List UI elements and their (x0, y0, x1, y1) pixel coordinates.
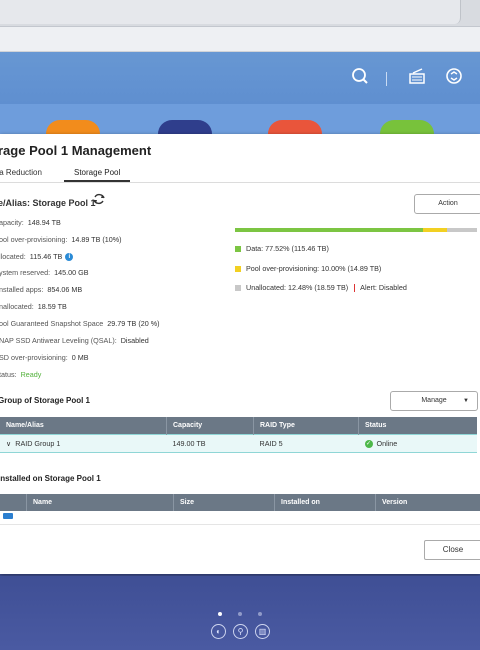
usage-bar (235, 228, 477, 232)
legend-overprovisioning: Pool over-provisioning: 10.00% (14.89 TB… (235, 264, 381, 273)
browser-tab[interactable] (0, 0, 461, 24)
alert-marker (354, 284, 356, 293)
col-status[interactable]: Status (358, 417, 477, 435)
apps-table: Name Size Installed on Version (0, 494, 480, 511)
info-icon[interactable]: i (65, 253, 74, 262)
prop-overprovisioning: ool over-provisioning: 14.89 TB (10%) (0, 235, 122, 244)
raid-name-cell: ∨ RAID Group 1 (0, 434, 167, 453)
usage-segment-unallocated (447, 228, 477, 232)
legend-swatch-data (235, 246, 241, 253)
prop-unallocated: nallocated: 18.59 TB (0, 302, 67, 311)
col-name-alias[interactable]: Name/Alias (0, 417, 167, 435)
raid-section-title: Group of Storage Pool 1 (0, 396, 91, 405)
apps-section-title: installed on Storage Pool 1 (0, 474, 101, 483)
legend-data: Data: 77.52% (115.46 TB) (235, 244, 329, 253)
col-app-name[interactable]: Name (26, 494, 174, 511)
storage-pool-management-window: rage Pool 1 Management ta Reduction Stor… (0, 134, 480, 574)
check-icon: ✓ (364, 440, 373, 449)
notes-app-icon[interactable]: ▥ (255, 624, 270, 639)
close-button[interactable]: Close (424, 540, 480, 560)
manage-button[interactable]: Manage ▼ (390, 391, 478, 411)
tab-storage-pool[interactable]: Storage Pool (64, 168, 131, 182)
prop-capacity: apacity: 148.94 TB (0, 218, 61, 227)
browser-tab-strip (0, 0, 480, 27)
prop-ssd-overprovisioning: SD over-provisioning: 0 MB (0, 353, 89, 362)
prop-installed-apps: nstalled apps: 854.06 MB (0, 285, 83, 294)
footer-divider (0, 524, 480, 525)
col-installed-on[interactable]: Installed on (274, 494, 376, 511)
search-app-icon[interactable]: ⚲ (233, 624, 248, 639)
table-header-row: Name Size Installed on Version (0, 494, 480, 511)
legend-swatch-unallocated (235, 285, 241, 292)
usage-segment-overprovisioning (423, 228, 447, 232)
raid-type-cell: RAID 5 (253, 434, 359, 453)
table-row[interactable]: ∨ RAID Group 1 149.00 TB RAID 5 ✓ Online (0, 434, 477, 453)
notes-icon[interactable] (407, 66, 427, 86)
prop-snapshot-space: ool Guaranteed Snapshot Space 29.79 TB (2… (0, 319, 160, 328)
refresh-icon[interactable] (92, 192, 106, 209)
caret-down-icon: ▼ (463, 398, 469, 404)
browser-address-bar[interactable] (0, 27, 480, 52)
col-select[interactable] (0, 494, 27, 511)
col-size[interactable]: Size (173, 494, 275, 511)
prop-system-reserved: ystem reserved: 145.00 GB (0, 268, 89, 277)
header-separator (386, 72, 387, 86)
col-raid-type[interactable]: RAID Type (253, 417, 359, 435)
page-dot-1[interactable] (218, 612, 222, 616)
app-row-icon (3, 513, 13, 519)
col-version[interactable]: Version (375, 494, 480, 511)
col-capacity[interactable]: Capacity (166, 417, 254, 435)
action-button[interactable]: Action (414, 194, 480, 214)
tab-bar: ta Reduction Storage Pool (0, 164, 480, 183)
prop-status: tatus: Ready (0, 370, 42, 379)
legend-unallocated: Unallocated: 12.48% (18.59 TB) Alert: Dis… (235, 283, 407, 293)
usage-segment-data (235, 228, 423, 232)
table-header-row: Name/Alias Capacity RAID Type Status (0, 417, 477, 435)
sync-icon[interactable] (444, 66, 464, 86)
page-dot-3[interactable] (258, 612, 262, 616)
chevron-down-icon[interactable]: ∨ (6, 439, 11, 448)
dashboard-icon[interactable]: ◐ (211, 624, 226, 639)
prop-qsal: NAP SSD Antiwear Leveling (QSAL): Disable… (0, 336, 149, 345)
window-title: rage Pool 1 Management (0, 143, 152, 158)
legend-swatch-overprovisioning (235, 266, 241, 273)
raid-status-cell: ✓ Online (358, 434, 477, 453)
pool-name-label: e/Alias: Storage Pool 1 (0, 198, 96, 208)
tab-data-reduction[interactable]: ta Reduction (0, 168, 42, 177)
alert-status: Alert: Disabled (360, 283, 407, 292)
raid-group-table: Name/Alias Capacity RAID Type Status ∨ RA… (0, 417, 477, 453)
raid-capacity-cell: 149.00 TB (166, 434, 254, 453)
prop-allocated: llocated: 115.46 TB i (0, 252, 74, 262)
search-icon[interactable] (350, 66, 370, 86)
page-dot-2[interactable] (238, 612, 242, 616)
